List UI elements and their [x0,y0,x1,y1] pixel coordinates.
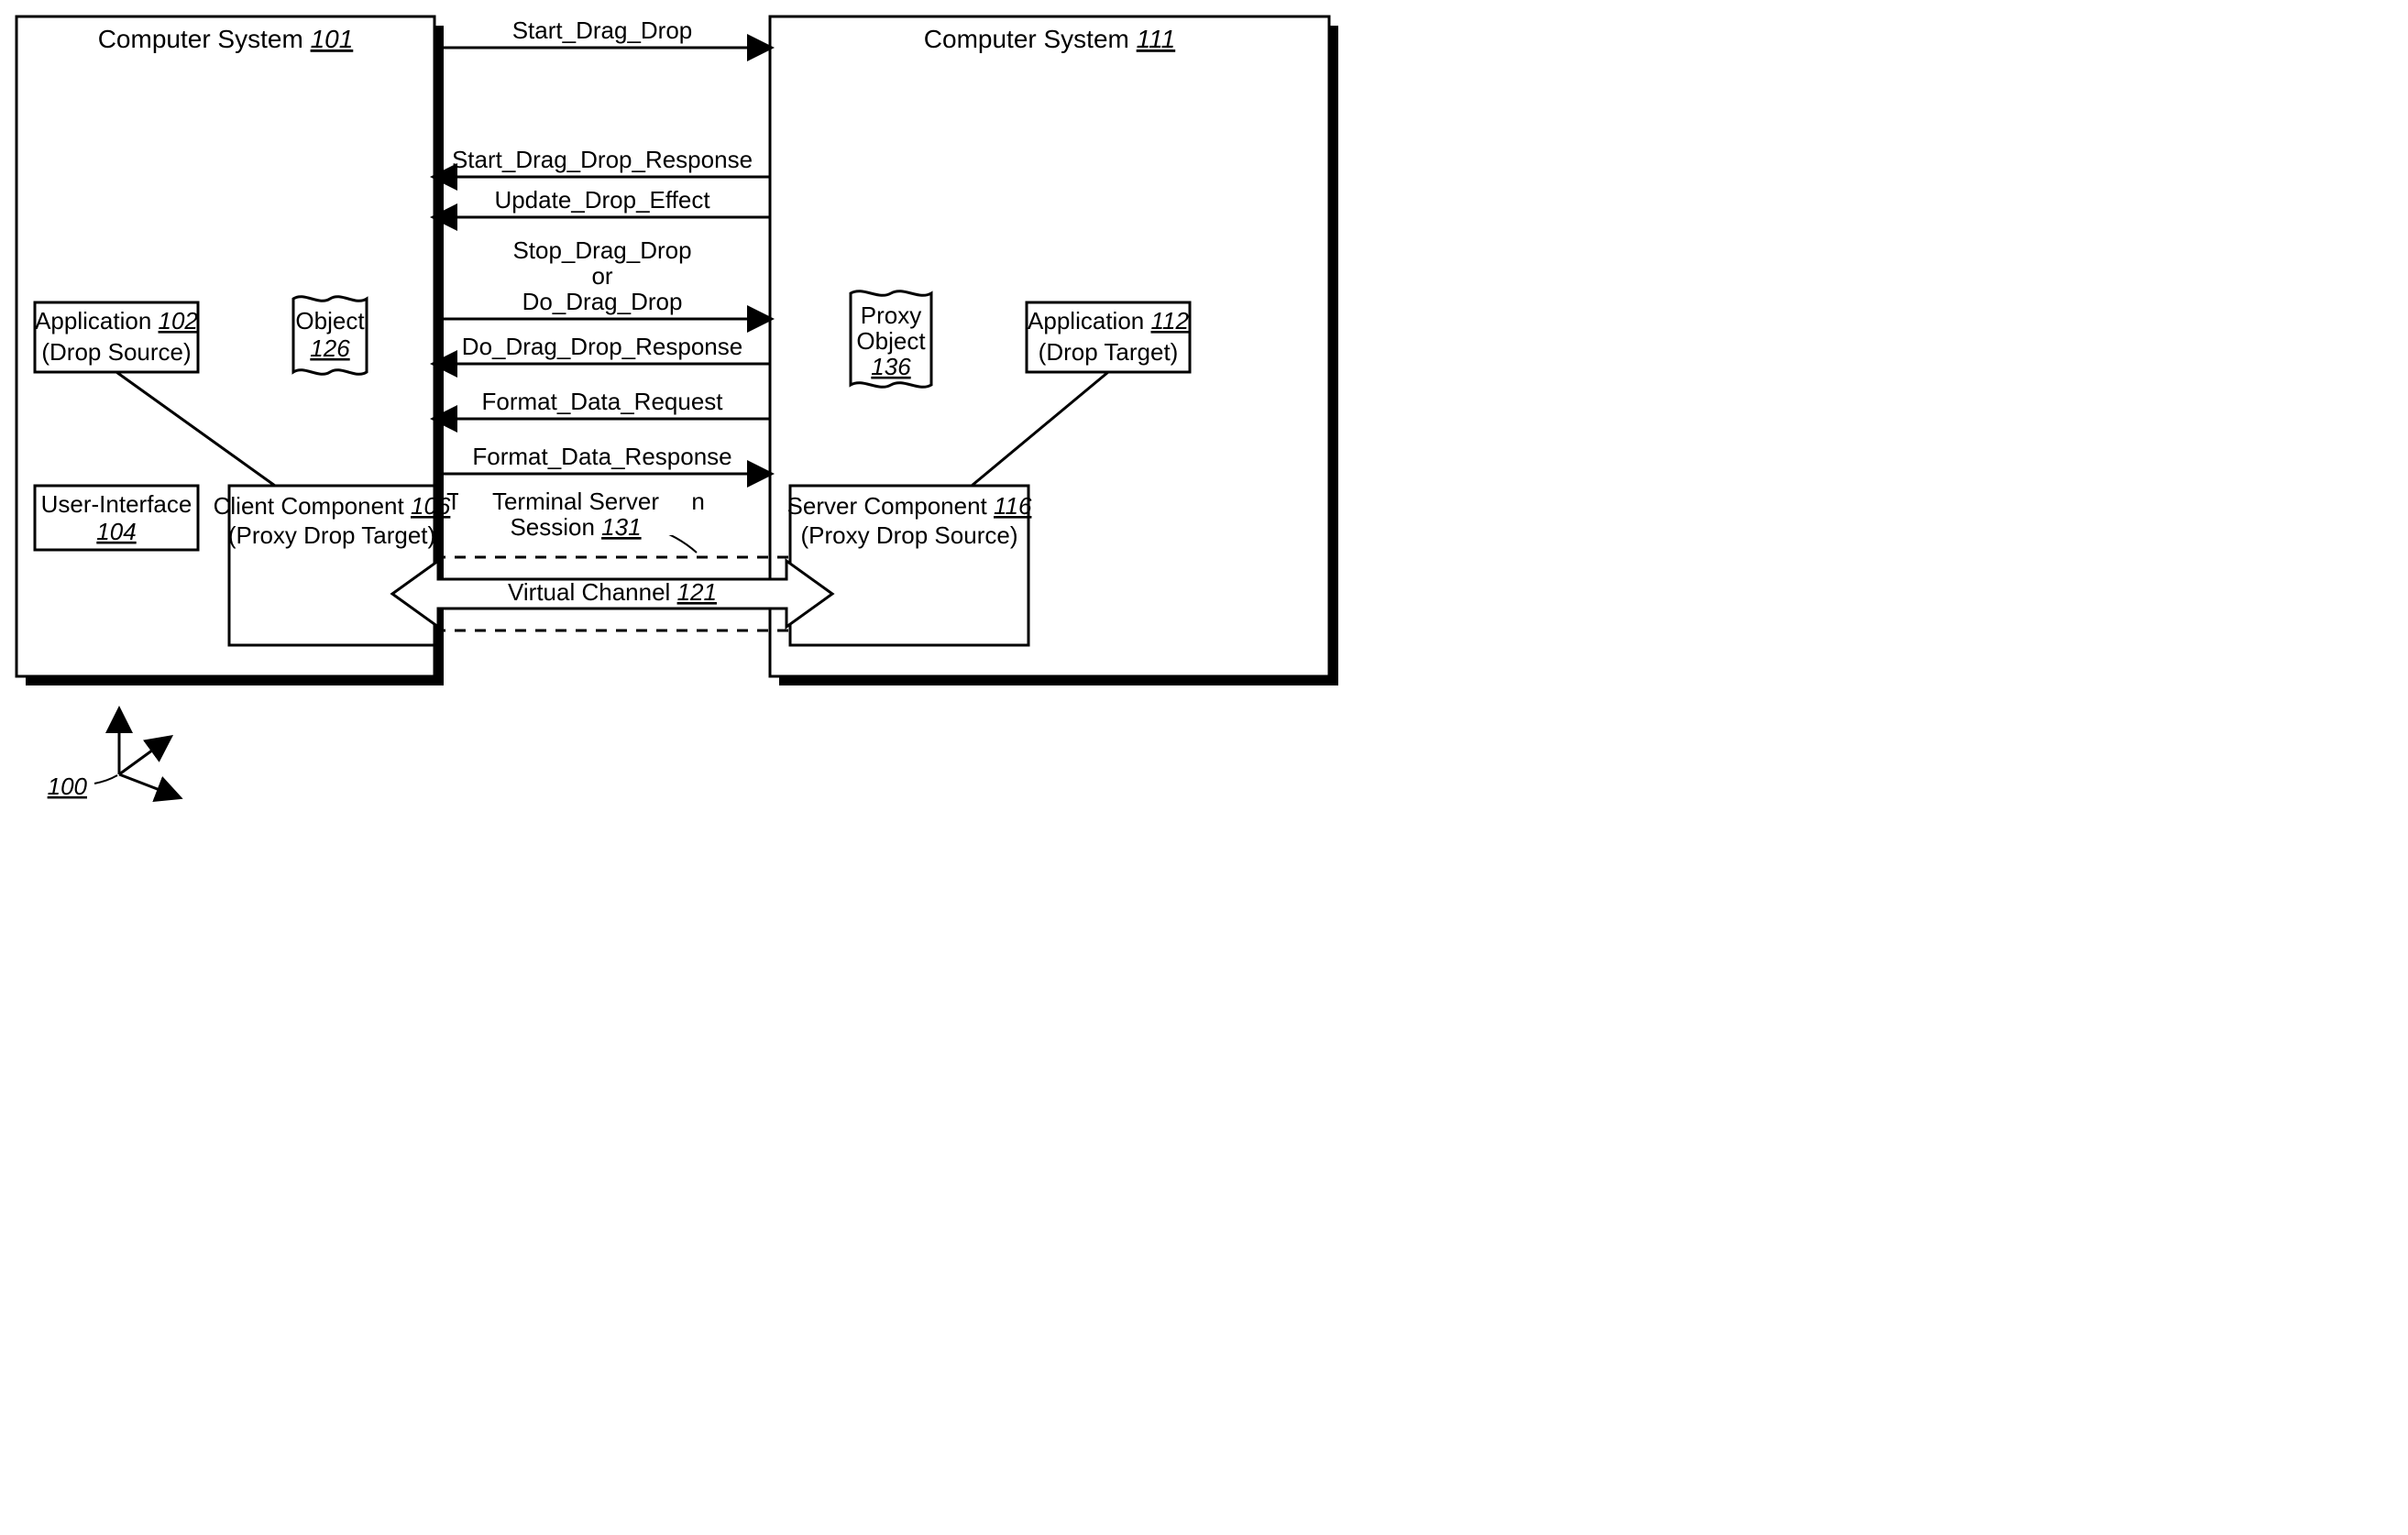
client-component-box: Client Component 106 (Proxy Drop Target) [214,486,451,645]
left-application-box: Application 102 (Drop Source) [35,302,198,372]
left-system-num: 101 [311,25,354,53]
svg-text:Start_Drag_Drop: Start_Drag_Drop [512,16,693,44]
msg-update-drop-effect: Update_Drop_Effect [434,186,770,217]
svg-text:Do_Drag_Drop_Response: Do_Drag_Drop_Response [462,333,742,360]
proxy-object-num: 136 [871,353,911,380]
svg-text:Do_Drag_Drop: Do_Drag_Drop [522,288,683,315]
left-system-title: Computer System [98,25,303,53]
client-comp-num: 106 [411,492,451,520]
object-label: Object [295,307,365,334]
left-app-sub: (Drop Source) [41,338,191,366]
diagram-root: Computer System 101 Computer System 111 … [0,0,1358,866]
diagram-number: 100 [48,773,88,800]
left-app-label: Application [35,307,151,334]
right-system-title: Computer System [924,25,1129,53]
msg-start-drag-drop-response: Start_Drag_Drop_Response [434,146,770,177]
svg-text:Server Component: Server Component 116 [787,492,1032,520]
msg-format-data-request: Format_Data_Request [434,388,770,419]
session-num: 131 [601,513,641,541]
msg-format-data-response: Format_Data_Response [434,443,770,474]
server-comp-sub: (Proxy Drop Source) [801,521,1018,549]
virtual-channel-arrow: Virtual Channel 121 [392,561,832,627]
proxy-object-label1: Proxy [861,302,921,329]
svg-text:Stop_Drag_Drop: Stop_Drag_Drop [512,236,691,264]
axes-origin-icon: 100 [48,710,179,800]
virtual-channel-num: 121 [677,578,717,606]
right-application-box: Application 112 (Drop Target) [1027,302,1190,372]
msg-start-drag-drop: Start_Drag_Drop [434,16,770,48]
svg-text:Computer System: Computer System 111 [924,25,1175,53]
session-line2-word: Session [510,513,601,541]
svg-text:Application 102: Application 102 [35,307,198,334]
svg-text:Format_Data_Request: Format_Data_Request [481,388,723,415]
svg-text:Computer System: Computer System 101 [98,25,354,53]
user-interface-box: User-Interface 104 [35,486,198,550]
svg-text:Update_Drop_Effect: Update_Drop_Effect [494,186,710,214]
proxy-object-shape: Proxy Object 136 [851,291,931,388]
svg-text:or: or [591,262,612,290]
right-app-label: Application [1028,307,1144,334]
ui-num: 104 [96,518,136,545]
server-component-box: Server Component 116 (Proxy Drop Source) [787,486,1032,645]
virtual-channel-label: Virtual Channel [508,578,670,606]
terminal-server-session-label-bound: Terminal Server Session 131 [458,488,693,541]
right-system-num: 111 [1137,25,1176,53]
object-shape: Object 126 [293,297,367,375]
server-comp-label: Server Component [787,492,988,520]
object-num: 126 [310,334,350,362]
svg-text:Format_Data_Response: Format_Data_Response [472,443,731,470]
left-app-num: 102 [159,307,199,334]
proxy-object-label2: Object [856,327,926,355]
msg-stop-or-do-drag-drop: Stop_Drag_Drop or Do_Drag_Drop [434,236,770,319]
msg-do-drag-drop-response: Do_Drag_Drop_Response [434,333,770,364]
client-comp-sub: (Proxy Drop Target) [228,521,435,549]
svg-text:Application 112: Application 112 [1028,307,1189,334]
server-comp-num: 116 [994,492,1032,520]
ui-label: User-Interface [41,490,192,518]
right-app-sub: (Drop Target) [1039,338,1179,366]
svg-text:Start_Drag_Drop_Response: Start_Drag_Drop_Response [452,146,753,173]
client-comp-label: Client Component [214,492,405,520]
right-app-num: 112 [1150,307,1189,334]
session-line1: Terminal Server [492,488,659,515]
svg-text:Virtual Channel: Virtual Channel 121 [508,578,717,606]
svg-text:Session 131: Session 131 [510,513,641,541]
svg-text:Client Component: Client Component 106 [214,492,451,520]
